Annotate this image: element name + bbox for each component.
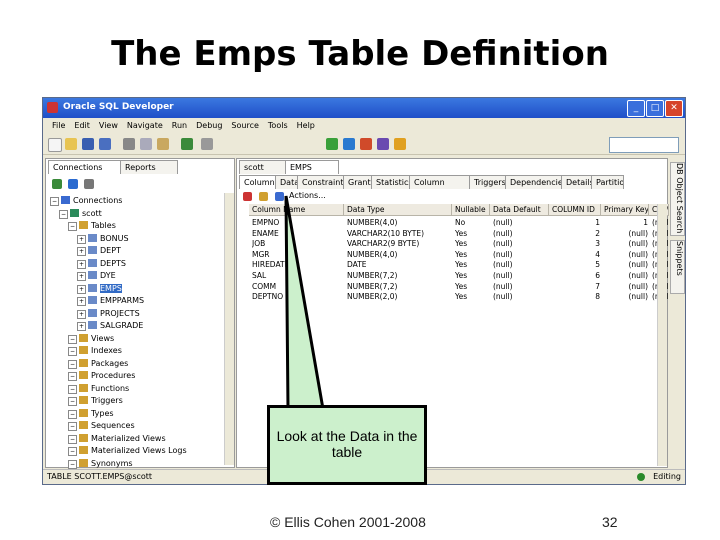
page-number: 32 bbox=[602, 514, 618, 530]
callout-box: Look at the Data in the table bbox=[267, 405, 427, 485]
copyright: © Ellis Cohen 2001-2008 bbox=[270, 514, 426, 530]
callout-arrow bbox=[284, 195, 325, 411]
